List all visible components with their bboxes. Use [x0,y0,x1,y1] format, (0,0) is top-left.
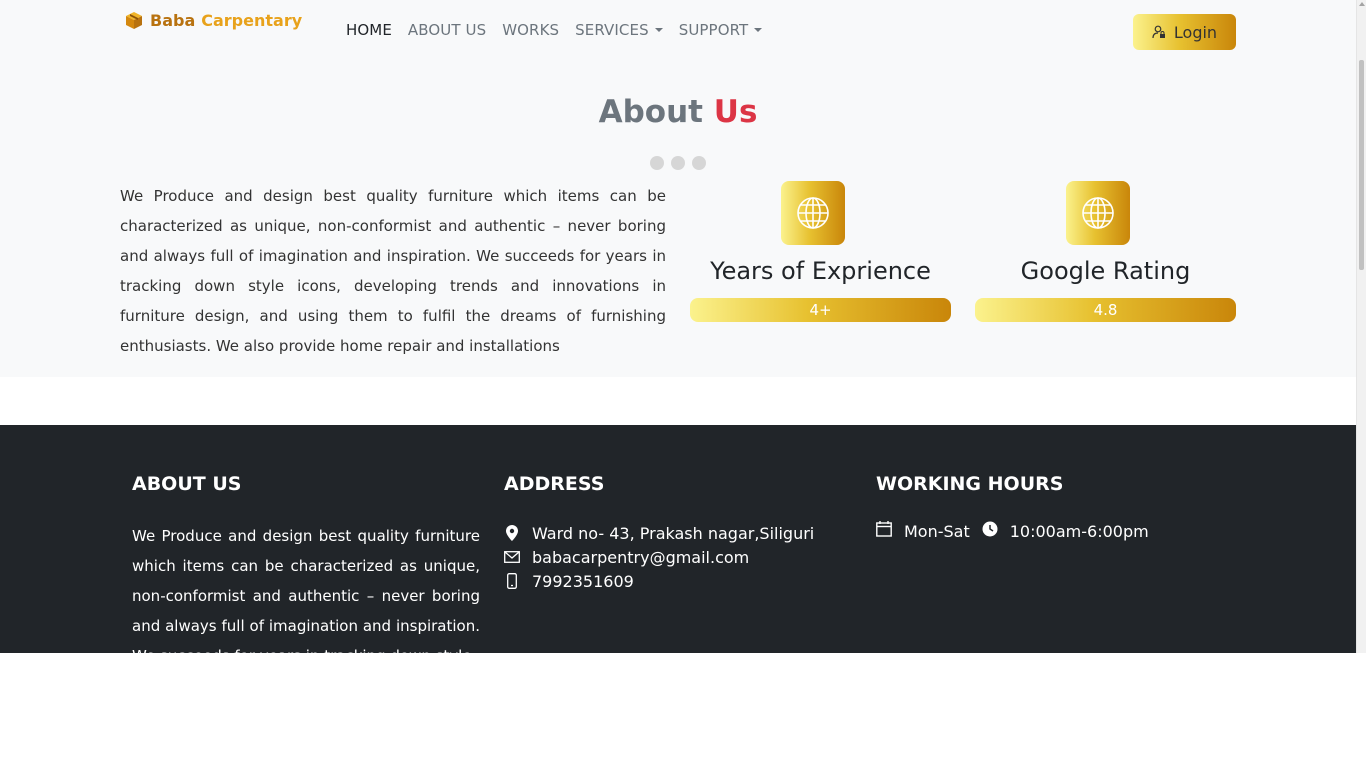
footer-about-column: ABOUT US We Produce and design best qual… [132,473,480,653]
footer-address-column: ADDRESS Ward no- 43, Prakash nagar,Silig… [504,473,814,593]
globe-icon [797,197,829,229]
footer-about-text: We Produce and design best quality furni… [132,527,480,653]
dot [671,156,685,170]
nav-works[interactable]: WORKS [502,21,559,39]
about-section: Baba Carpentary HOME ABOUT US WORKS SERV… [0,0,1356,377]
nav-services-dropdown[interactable]: SERVICES [575,21,663,39]
user-lock-icon [1152,25,1165,39]
envelope-icon [504,549,520,565]
scroll-up-arrow-icon[interactable] [1359,2,1365,6]
email-link[interactable]: babacarpentry@gmail.com [532,548,749,567]
title-part1: About [598,94,703,130]
address-row: Ward no- 43, Prakash nagar,Siliguri [504,521,814,545]
calendar-icon [876,521,892,541]
dot [692,156,706,170]
address-text: Ward no- 43, Prakash nagar,Siliguri [532,523,815,543]
main-nav: HOME ABOUT US WORKS SERVICES SUPPORT [346,21,778,39]
stat-label: Years of Exprience [710,257,931,285]
email-row: babacarpentry@gmail.com [504,545,814,569]
stat-icon-box [781,181,845,245]
map-pin-icon [504,525,520,541]
clock-icon [982,521,998,541]
working-hours-row: Mon-Sat 10:00am-6:00pm [876,521,1149,541]
nav-about-us[interactable]: ABOUT US [408,21,486,39]
nav-support-dropdown[interactable]: SUPPORT [679,21,763,39]
footer: ABOUT US We Produce and design best qual… [0,425,1356,653]
stat-icon-box [1066,181,1130,245]
working-days: Mon-Sat [904,521,970,541]
footer-hours-column: WORKING HOURS Mon-Sat 10:00am-6:00pm [876,473,1149,541]
working-time: 10:00am-6:00pm [1009,521,1149,541]
navbar: Baba Carpentary HOME ABOUT US WORKS SERV… [0,0,1356,62]
nav-support-label: SUPPORT [678,21,749,39]
about-description: We Produce and design best quality furni… [120,187,666,355]
vertical-scrollbar[interactable] [1356,0,1366,653]
section-title: About Us [0,94,1356,130]
footer-about-heading: ABOUT US [132,473,242,495]
stat-value-bar: 4.8 [975,298,1236,322]
nav-home[interactable]: HOME [346,21,392,39]
login-label: Login [1173,22,1218,42]
scrollbar-thumb[interactable] [1359,60,1364,270]
footer-hours-heading: WORKING HOURS [876,473,1064,495]
footer-address-heading: ADDRESS [504,473,605,495]
box-logo-icon [126,12,142,29]
stat-value-bar: 4+ [690,298,951,322]
phone-row: 7992351609 [504,569,814,593]
brand-name-part1: Baba [150,10,196,30]
caret-down-icon [754,28,763,32]
phone-link[interactable]: 7992351609 [532,572,634,591]
divider-dots [650,156,706,170]
nav-services-label: SERVICES [575,21,649,39]
brand-name-part2: Carpentary [201,10,303,30]
title-part2: Us [713,94,758,130]
brand-logo-link[interactable]: Baba Carpentary [124,10,302,30]
phone-icon [504,573,520,589]
globe-icon [1082,197,1114,229]
page-viewport: Baba Carpentary HOME ABOUT US WORKS SERV… [0,0,1356,653]
stat-label: Google Rating [1020,257,1191,285]
login-button[interactable]: Login [1133,14,1236,50]
dot [650,156,664,170]
caret-down-icon [654,28,663,32]
